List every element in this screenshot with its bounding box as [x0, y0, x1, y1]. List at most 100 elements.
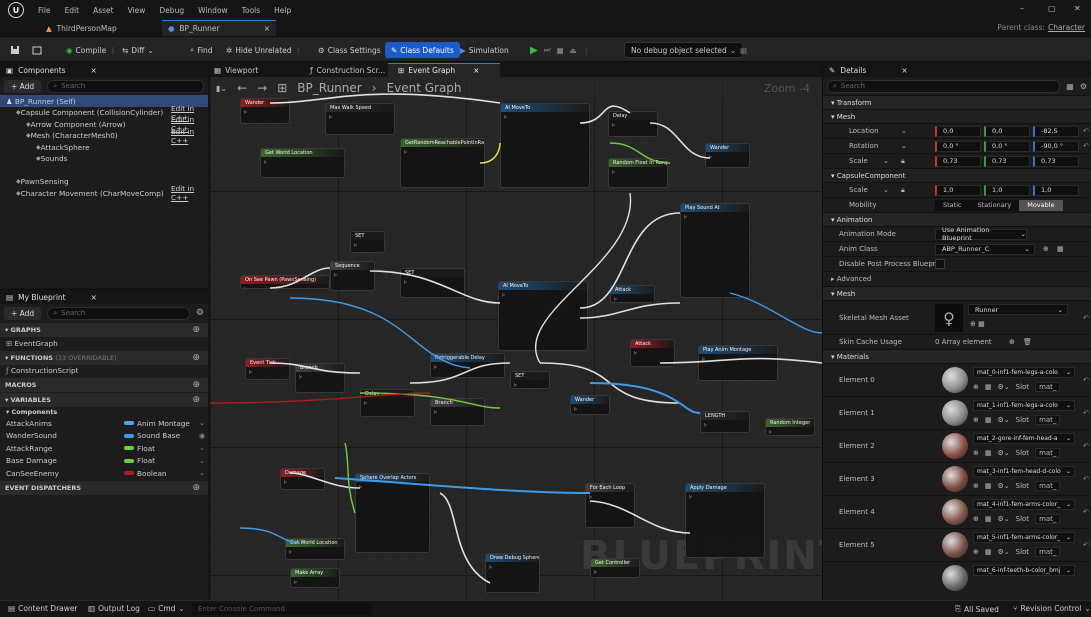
open-asset-icon[interactable]: ▦ — [985, 416, 992, 424]
material-select[interactable]: mat_4-inf1-fem-arms-color_ ⌄ — [973, 499, 1075, 510]
exec-pin-icon[interactable]: ▷ — [502, 292, 505, 297]
reset-icon[interactable]: ↶ — [1083, 409, 1089, 417]
component-item[interactable]: ◆ Mesh (CharacterMesh0) Edit in C++ — [0, 127, 208, 145]
exec-pin-icon[interactable]: ▷ — [574, 406, 577, 411]
details-search-input[interactable]: ⌕ Search — [827, 79, 1061, 93]
exec-pin-icon[interactable]: ▷ — [334, 272, 337, 277]
class-defaults-button[interactable]: ✎ Class Defaults — [385, 42, 460, 58]
graph-node[interactable]: Get Controller ▷ — [590, 558, 640, 578]
graph-node[interactable]: SET ▷ — [350, 231, 385, 253]
variable-type[interactable]: Float — [124, 444, 155, 453]
mesh-thumbnail[interactable]: ♀ — [935, 304, 963, 332]
exec-pin-icon[interactable]: ▷ — [434, 364, 437, 369]
visibility-toggle-icon[interactable]: ⌄ — [199, 444, 205, 452]
exec-pin-icon[interactable]: ▷ — [434, 409, 437, 414]
stop-icon[interactable]: ■ — [556, 46, 563, 55]
console-input[interactable]: Enter Console Command — [192, 603, 372, 615]
lock-icon[interactable]: 🔒︎ — [901, 157, 905, 166]
exec-pin-icon[interactable]: ▷ — [404, 149, 407, 154]
slot-name-field[interactable]: mat_ — [1035, 514, 1061, 524]
graph-node[interactable]: Wander ▷ — [705, 143, 750, 168]
functions-section[interactable]: ▾ FUNCTIONS (33 OVERRIDABLE) ⊕ — [0, 350, 208, 365]
slot-name-field[interactable]: mat_ — [1035, 415, 1061, 425]
add-element-icon[interactable]: ⊕ — [1009, 338, 1015, 346]
minimize-button[interactable]: – — [1020, 4, 1024, 13]
material-select[interactable]: mat_6-inf-teeth-b-color_bmj ⌄ — [973, 565, 1075, 576]
add-macro-icon[interactable]: ⊕ — [192, 380, 200, 390]
slot-name-field[interactable]: mat_ — [1035, 547, 1061, 557]
graph-node[interactable]: Apply Damage ▷ — [685, 483, 765, 558]
back-arrow-icon[interactable]: ← — [237, 81, 247, 95]
variable-type[interactable]: Boolean — [124, 469, 167, 478]
save-icon[interactable] — [10, 42, 20, 58]
material-thumbnail[interactable] — [942, 367, 968, 393]
exec-pin-icon[interactable]: ▷ — [704, 422, 707, 427]
revision-control-button[interactable]: ⑂ Revision Control ⌄ — [1013, 604, 1091, 613]
open-asset-icon[interactable]: ▦ — [985, 383, 992, 391]
material-select[interactable]: mat_1-inf1-fem-legs-a-colo ⌄ — [973, 400, 1075, 411]
reset-icon[interactable]: ↶ — [1083, 314, 1089, 322]
scale-z-field[interactable]: 0,73 — [1033, 155, 1079, 167]
exec-pin-icon[interactable]: ▷ — [329, 114, 332, 119]
scale-y-field[interactable]: 0,73 — [984, 155, 1030, 167]
graph-node[interactable]: LENGTH ▷ — [700, 411, 750, 433]
open-asset-icon[interactable]: ▦ — [985, 515, 992, 523]
mobility-movable[interactable]: Movable — [1019, 199, 1063, 211]
close-tab-icon[interactable]: × — [473, 66, 479, 75]
material-options-icon[interactable]: ⚙⌄ — [998, 383, 1010, 391]
simulation-button[interactable]: ▶ Simulation — [460, 42, 509, 58]
tab-bp-runner[interactable]: ● BP_Runner × — [162, 20, 276, 36]
graph-node[interactable]: Random Float In Range ▷ — [608, 158, 668, 188]
diff-button[interactable]: ⇆ Diff ⌄ — [122, 42, 154, 58]
reset-icon[interactable]: ↶ — [1083, 508, 1089, 516]
components-tab[interactable]: ▣ Components × — [0, 63, 208, 77]
my-blueprint-search-input[interactable]: ⌕ Search — [47, 306, 190, 320]
slot-name-field[interactable]: mat_ — [1035, 382, 1061, 392]
menu-file[interactable]: File — [38, 6, 51, 15]
slot-name-field[interactable]: mat_ — [1035, 448, 1061, 458]
exec-pin-icon[interactable]: ▷ — [299, 374, 302, 379]
material-options-icon[interactable]: ⚙⌄ — [998, 548, 1010, 556]
open-asset-icon[interactable]: ▦ — [1057, 245, 1064, 253]
skeletal-mesh-select[interactable]: Runner ⌄ — [968, 304, 1068, 315]
material-options-icon[interactable]: ⚙⌄ — [998, 449, 1010, 457]
graph-node[interactable]: Wander ▷ — [240, 98, 290, 124]
variable-item[interactable]: AttackAnims Anim Montage ⌄ — [0, 417, 208, 430]
add-function-icon[interactable]: ⊕ — [192, 353, 200, 363]
open-asset-icon[interactable]: ▦ — [985, 482, 992, 490]
output-log-button[interactable]: ▥ Output Log — [88, 604, 140, 613]
exec-pin-icon[interactable]: ▷ — [244, 286, 247, 288]
exec-pin-icon[interactable]: ▷ — [284, 479, 287, 484]
graph-node[interactable]: For Each Loop ▷ — [585, 483, 635, 528]
advanced-row[interactable]: ▸ Advanced — [823, 271, 1091, 286]
tab-construction-script[interactable]: ƒ Construction Scr... — [310, 66, 385, 75]
menu-tools[interactable]: Tools — [242, 6, 260, 15]
variable-item[interactable]: AttackRange Float ⌄ — [0, 442, 208, 455]
play-icon[interactable]: ▶ — [530, 45, 538, 56]
browse-asset-icon[interactable]: ⊕ — [973, 416, 979, 424]
transform-mesh-subsection[interactable]: ▾ Mesh — [823, 109, 1091, 123]
reset-icon[interactable]: ↶ — [1083, 376, 1089, 384]
material-select[interactable]: mat_3-inf1-fem-head-d-colo ⌄ — [973, 466, 1075, 477]
capsule-scale-z-field[interactable]: 1,0 — [1033, 184, 1079, 196]
material-thumbnail[interactable] — [942, 565, 968, 591]
material-thumbnail[interactable] — [942, 532, 968, 558]
open-asset-icon[interactable]: ▦ — [985, 449, 992, 457]
graph-node[interactable]: Max Walk Speed ▷ — [325, 103, 395, 135]
menu-asset[interactable]: Asset — [93, 6, 114, 15]
graph-node[interactable]: Sequence ▷ — [330, 261, 375, 291]
graph-node[interactable]: On See Pawn (PawnSensing) ▷ — [240, 275, 330, 289]
open-asset-icon[interactable]: ▦ — [985, 548, 992, 556]
add-member-button[interactable]: + Add — [4, 306, 42, 320]
unreal-logo-icon[interactable]: U — [8, 2, 24, 18]
mesh-section[interactable]: ▾ Mesh — [823, 286, 1091, 300]
hide-unrelated-button[interactable]: ✲ Hide Unrelated ⋮ — [226, 42, 302, 58]
browse-asset-icon[interactable]: ⊕ — [973, 449, 979, 457]
add-variable-icon[interactable]: ⊕ — [192, 395, 200, 405]
visibility-toggle-icon[interactable]: ⌄ — [199, 419, 205, 427]
material-select[interactable]: mat_0-inf1-fem-legs-a-colo ⌄ — [973, 367, 1075, 378]
animation-mode-select[interactable]: Use Animation Blueprint ⌄ — [935, 226, 1027, 242]
reset-icon[interactable]: ↶ — [1083, 127, 1089, 135]
tab-thirdpersonmap[interactable]: ▲ ThirdPersonMap — [40, 20, 160, 36]
forward-arrow-icon[interactable]: → — [257, 81, 267, 95]
